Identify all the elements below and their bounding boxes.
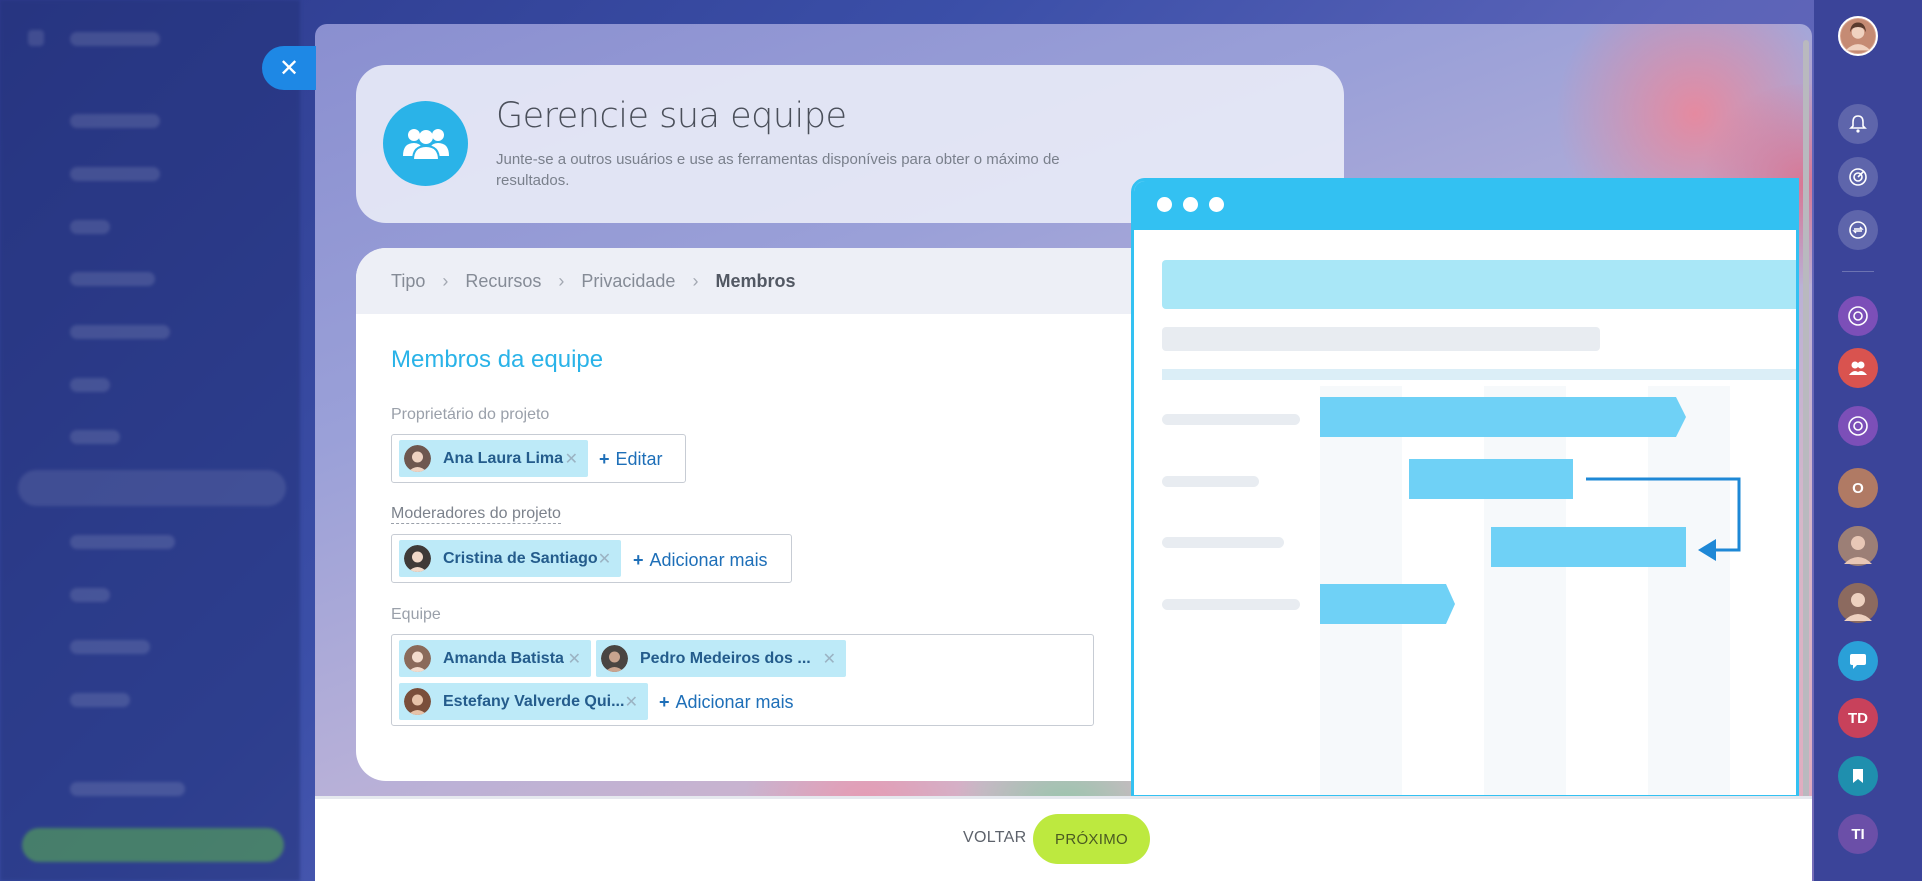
sidebar-placeholder bbox=[70, 782, 185, 796]
sidebar-placeholder bbox=[70, 535, 175, 549]
remove-icon[interactable]: ✕ bbox=[568, 649, 581, 669]
page-subtitle: Junte-se a outros usuários e use as ferr… bbox=[496, 151, 1060, 189]
member-name: Cristina de Santiago bbox=[443, 549, 598, 567]
moderators-label[interactable]: Moderadores do projeto bbox=[391, 505, 561, 524]
sidebar-placeholder bbox=[70, 220, 110, 234]
plus-icon: + bbox=[659, 692, 670, 712]
team-label: Equipe bbox=[391, 606, 441, 623]
remove-icon[interactable]: ✕ bbox=[598, 549, 611, 569]
edit-owner-link[interactable]: + Editar bbox=[599, 449, 663, 470]
sidebar-placeholder bbox=[70, 325, 170, 339]
sidebar-placeholder bbox=[70, 378, 110, 392]
sidebar-placeholder bbox=[70, 588, 110, 602]
arrow-head-icon bbox=[1698, 539, 1716, 561]
contact-avatar[interactable] bbox=[1838, 583, 1878, 623]
breadcrumb-step-privacy[interactable]: Privacidade bbox=[581, 271, 675, 292]
gantt-bar bbox=[1320, 584, 1455, 624]
sync-icon[interactable] bbox=[1838, 210, 1878, 250]
background-sidebar bbox=[0, 0, 300, 881]
next-button[interactable]: PRÓXIMO bbox=[1033, 814, 1150, 864]
member-avatar bbox=[404, 445, 431, 472]
gantt-bar bbox=[1409, 459, 1573, 499]
close-button[interactable]: ✕ bbox=[262, 46, 316, 90]
member-name: Pedro Medeiros dos ... bbox=[640, 649, 811, 667]
contact-avatar[interactable]: O bbox=[1838, 468, 1878, 508]
add-team-members-label: Adicionar mais bbox=[675, 692, 794, 712]
team-icon[interactable] bbox=[1838, 348, 1878, 388]
gantt-bar bbox=[1320, 397, 1686, 437]
member-avatar bbox=[404, 645, 431, 672]
owner-label: Proprietário do projeto bbox=[391, 406, 550, 423]
gantt-preview-illustration bbox=[1131, 178, 1799, 798]
member-name: Amanda Batista bbox=[443, 649, 564, 667]
member-name: Estefany Valverde Qui... bbox=[443, 692, 625, 710]
sidebar-active-placeholder bbox=[18, 470, 286, 506]
contact-avatar[interactable]: TI bbox=[1838, 814, 1878, 854]
member-chip: Amanda Batista ✕ bbox=[399, 640, 591, 677]
sidebar-placeholder bbox=[70, 693, 130, 707]
member-avatar bbox=[601, 645, 628, 672]
team-icon bbox=[383, 101, 468, 186]
contact-avatar[interactable] bbox=[1838, 526, 1878, 566]
add-moderators-label: Adicionar mais bbox=[649, 550, 768, 570]
bell-icon[interactable] bbox=[1838, 104, 1878, 144]
gantt-bar bbox=[1491, 527, 1686, 567]
member-chip: Estefany Valverde Qui... ✕ bbox=[399, 683, 648, 720]
sidebar-placeholder bbox=[70, 430, 120, 444]
chat-bubble-icon[interactable] bbox=[1838, 641, 1878, 681]
close-icon: ✕ bbox=[278, 54, 300, 82]
group-chat-icon[interactable] bbox=[1838, 296, 1878, 336]
remove-icon[interactable]: ✕ bbox=[823, 649, 836, 669]
edit-owner-label: Editar bbox=[615, 449, 663, 469]
bookmark-icon[interactable] bbox=[1838, 756, 1878, 796]
section-title: Membros da equipe bbox=[391, 346, 604, 373]
remove-icon[interactable]: ✕ bbox=[625, 692, 638, 712]
breadcrumb-step-resources[interactable]: Recursos bbox=[465, 271, 541, 292]
sidebar-placeholder bbox=[70, 32, 160, 46]
add-team-members-link[interactable]: + Adicionar mais bbox=[659, 692, 794, 713]
contact-avatar[interactable]: TD bbox=[1838, 698, 1878, 738]
sidebar-placeholder bbox=[70, 640, 150, 654]
page-title: Gerencie sua equipe bbox=[496, 96, 847, 136]
chevron-right-icon: › bbox=[692, 270, 699, 291]
scrollbar-thumb[interactable] bbox=[1803, 40, 1809, 810]
plus-icon: + bbox=[633, 550, 644, 570]
member-avatar bbox=[404, 688, 431, 715]
chevron-right-icon: › bbox=[442, 270, 449, 291]
plus-icon: + bbox=[599, 449, 610, 469]
sidebar-placeholder bbox=[70, 167, 160, 181]
remove-icon[interactable]: ✕ bbox=[565, 449, 578, 469]
member-chip: Ana Laura Lima ✕ bbox=[399, 440, 588, 477]
logo-placeholder bbox=[28, 30, 44, 46]
target-icon[interactable] bbox=[1838, 157, 1878, 197]
user-avatar[interactable] bbox=[1838, 16, 1878, 56]
group-chat-icon[interactable] bbox=[1838, 406, 1878, 446]
rail-divider bbox=[1842, 271, 1874, 272]
member-name: Ana Laura Lima bbox=[443, 449, 564, 467]
sidebar-green-placeholder bbox=[22, 828, 284, 862]
member-chip: Pedro Medeiros dos ... ✕ bbox=[596, 640, 846, 677]
sidebar-placeholder bbox=[70, 272, 155, 286]
breadcrumb-step-members: Membros bbox=[715, 270, 796, 291]
chevron-right-icon: › bbox=[558, 270, 565, 291]
sidebar-placeholder bbox=[70, 114, 160, 128]
breadcrumb-step-type[interactable]: Tipo bbox=[391, 271, 425, 292]
gantt-bars bbox=[1320, 397, 1741, 624]
back-button[interactable]: VOLTAR bbox=[963, 829, 1026, 847]
member-avatar bbox=[404, 545, 431, 572]
member-chip: Cristina de Santiago ✕ bbox=[399, 540, 621, 577]
add-moderators-link[interactable]: + Adicionar mais bbox=[633, 550, 768, 571]
